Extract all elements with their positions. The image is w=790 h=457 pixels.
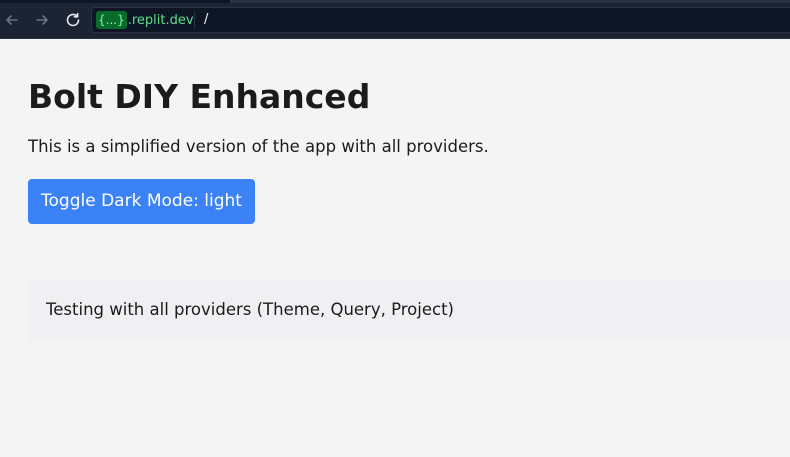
url-host[interactable]: {...} .replit.dev (96, 11, 194, 29)
url-divider (194, 11, 195, 29)
reload-button[interactable] (62, 9, 84, 31)
url-path-input[interactable]: / (204, 11, 208, 29)
tab-strip (0, 0, 790, 3)
browser-toolbar: {...} .replit.dev / (0, 0, 790, 39)
url-host-badge: {...} (96, 11, 127, 29)
back-button[interactable] (1, 9, 23, 31)
tab-strip-edge (230, 0, 790, 3)
app-page: Bolt DIY Enhanced This is a simplified v… (0, 39, 790, 457)
url-host-suffix: .replit.dev (127, 12, 194, 28)
page-title: Bolt DIY Enhanced (28, 77, 371, 116)
page-description: This is a simplified version of the app … (28, 137, 489, 156)
forward-button[interactable] (31, 9, 53, 31)
reload-icon (66, 12, 80, 27)
providers-panel: Testing with all providers (Theme, Query… (28, 279, 790, 341)
providers-status-text: Testing with all providers (Theme, Query… (46, 300, 454, 319)
forward-arrow-icon (36, 15, 48, 25)
url-bar[interactable]: {...} .replit.dev / (91, 7, 790, 33)
back-arrow-icon (6, 15, 18, 25)
toggle-dark-mode-button[interactable]: Toggle Dark Mode: light (28, 179, 255, 224)
